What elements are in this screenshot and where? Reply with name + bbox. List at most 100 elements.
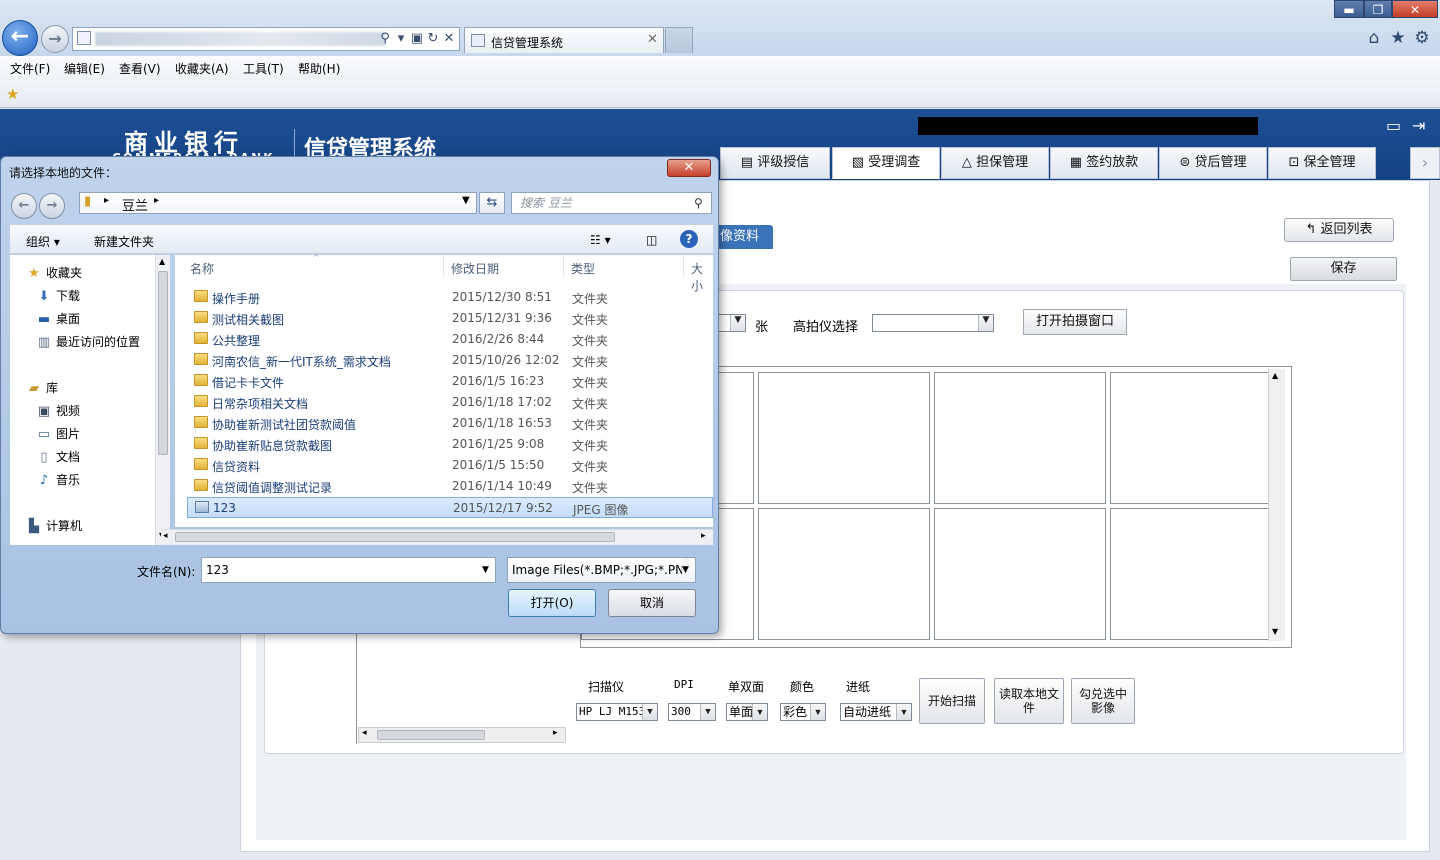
file-row[interactable]: 协助崔新测试社团贷款阈值 2016/1/18 16:53 文件夹 (187, 413, 713, 434)
forward-arrow-icon[interactable]: → (39, 193, 65, 219)
check-selected-image-button[interactable]: 勾兑选中影像 (1071, 678, 1135, 724)
filename-input[interactable]: 123 ▼ (201, 557, 496, 583)
path-breadcrumb[interactable]: ▮ ▸ 豆兰 ▸ ▼ (79, 192, 477, 214)
search-icon[interactable]: ⚲ (377, 31, 393, 47)
tab-post-loan[interactable]: ⊜ 贷后管理 (1159, 147, 1267, 179)
feed-select[interactable]: 自动进纸 ▼ (840, 703, 912, 721)
dpi-select[interactable]: 300 ▼ (668, 703, 716, 721)
scroll-down-icon[interactable]: ▼ (1272, 627, 1278, 636)
open-capture-button[interactable]: 打开拍摄窗口 (1023, 309, 1127, 335)
back-arrow-icon[interactable]: ← (11, 193, 37, 219)
nav-scrollbar[interactable]: ▲ ▼ (155, 255, 170, 545)
chevron-down-icon[interactable]: ▼ (462, 195, 470, 206)
menu-file[interactable]: 文件(F) (10, 60, 50, 77)
color-select[interactable]: 彩色 ▼ (780, 703, 826, 721)
page-count-select[interactable]: ▼ (718, 314, 746, 332)
new-folder-button[interactable]: 新建文件夹 (94, 233, 154, 250)
nav-recent[interactable]: ▥ 最近访问的位置 (36, 332, 140, 352)
add-favorite-icon[interactable]: ★ (6, 85, 19, 103)
file-row[interactable]: 河南农信_新一代IT系统_需求文档 2015/10/26 12:02 文件夹 (187, 350, 713, 371)
start-scan-button[interactable]: 开始扫描 (919, 678, 985, 724)
stop-icon[interactable]: ✕ (441, 31, 457, 47)
minimize-button[interactable]: ▬ (1334, 0, 1364, 18)
nav-videos[interactable]: ▣ 视频 (36, 401, 80, 421)
menu-view[interactable]: 查看(V) (119, 60, 161, 77)
file-row[interactable]: 测试相关截图 2015/12/31 9:36 文件夹 (187, 308, 713, 329)
refresh-icon[interactable]: ⇆ (479, 192, 505, 214)
tab-image-materials[interactable]: 像资料 (716, 225, 773, 249)
view-options-icon[interactable]: ☷ ▾ (590, 233, 611, 247)
nav-favorites[interactable]: ★ 收藏夹 (26, 263, 82, 283)
file-list-hscrollbar[interactable]: ◂ ▸ (161, 529, 713, 545)
gear-icon[interactable]: ⚙ (1412, 28, 1432, 48)
scroll-thumb[interactable] (175, 532, 615, 542)
scroll-thumb[interactable] (158, 271, 168, 455)
tab-acceptance-survey[interactable]: ▧ 受理调查 (832, 147, 940, 179)
menu-edit[interactable]: 编辑(E) (64, 60, 105, 77)
tab-close-icon[interactable]: ✕ (647, 32, 658, 47)
refresh-icon[interactable]: ↻ (425, 31, 441, 47)
chevron-right-icon[interactable]: › (1410, 147, 1440, 179)
open-button[interactable]: 打开(O) (508, 589, 596, 617)
new-tab-button[interactable] (665, 27, 693, 53)
search-input[interactable]: 搜索 豆兰 ⚲ (511, 192, 712, 214)
compat-view-icon[interactable]: ▣ (409, 31, 425, 47)
logout-icon[interactable]: ⇥ (1412, 116, 1425, 135)
scroll-left-icon[interactable]: ◂ (362, 728, 367, 738)
nav-computer[interactable]: ▙ 计算机 (26, 516, 82, 536)
file-row[interactable]: 日常杂项相关文档 2016/1/18 17:02 文件夹 (187, 392, 713, 413)
image-slot[interactable] (1110, 508, 1270, 640)
close-button[interactable]: ✕ (1392, 0, 1438, 18)
image-slot[interactable] (1110, 372, 1270, 504)
maximize-button[interactable]: ❐ (1364, 0, 1392, 18)
file-row[interactable]: 信贷阈值调整测试记录 2016/1/14 10:49 文件夹 (187, 476, 713, 497)
return-list-button[interactable]: ↰ 返回列表 (1284, 218, 1394, 242)
preview-pane-icon[interactable]: ◫ (646, 233, 657, 247)
scanner-select[interactable]: HP LJ M153 ▼ (576, 703, 658, 721)
monitor-icon[interactable]: ▭ (1386, 116, 1401, 135)
image-slot[interactable] (934, 372, 1106, 504)
scroll-left-icon[interactable]: ◂ (163, 531, 168, 541)
tree-hscrollbar[interactable]: ◂ ▸ (358, 727, 566, 743)
duplex-select[interactable]: 单面 ▼ (726, 703, 768, 721)
save-button[interactable]: 保存 (1290, 257, 1397, 281)
file-row[interactable]: 公共整理 2016/2/26 8:44 文件夹 (187, 329, 713, 350)
nav-desktop[interactable]: ▬ 桌面 (36, 309, 80, 329)
dialog-close-button[interactable]: ✕ (667, 159, 711, 177)
column-header-date[interactable]: 修改日期 (451, 260, 499, 277)
scroll-up-icon[interactable]: ▲ (159, 257, 165, 266)
camera-select[interactable]: ▼ (872, 314, 994, 332)
home-icon[interactable]: ⌂ (1364, 28, 1384, 48)
file-row[interactable]: 借记卡卡文件 2016/1/5 16:23 文件夹 (187, 371, 713, 392)
tab-signing-loan[interactable]: ▦ 签约放款 (1050, 147, 1158, 179)
scroll-thumb[interactable] (377, 730, 485, 740)
file-row[interactable]: 信贷资料 2016/1/5 15:50 文件夹 (187, 455, 713, 476)
column-header-type[interactable]: 类型 (571, 260, 595, 277)
back-arrow-icon[interactable]: ← (2, 20, 38, 56)
chevron-down-icon[interactable]: ▼ (482, 558, 489, 582)
forward-arrow-icon[interactable]: → (41, 25, 69, 53)
scroll-right-icon[interactable]: ▸ (553, 728, 558, 738)
help-icon[interactable]: ? (680, 230, 698, 248)
path-segment[interactable]: 豆兰 (122, 195, 148, 214)
file-row-selected[interactable]: 123 2015/12/17 9:52 JPEG 图像 (187, 497, 713, 518)
nav-library[interactable]: ▰ 库 (26, 378, 58, 398)
image-slot[interactable] (758, 508, 930, 640)
column-header-name[interactable]: 名称 (190, 260, 214, 277)
menu-help[interactable]: 帮助(H) (298, 60, 340, 77)
read-local-file-button[interactable]: 读取本地文件 (994, 678, 1064, 724)
nav-pictures[interactable]: ▭ 图片 (36, 424, 80, 444)
tab-preservation[interactable]: ⊡ 保全管理 (1268, 147, 1376, 179)
chevron-down-icon[interactable]: ▼ (682, 558, 689, 582)
dropdown-icon[interactable]: ▾ (393, 31, 409, 47)
organize-menu[interactable]: 组织 ▾ (26, 233, 60, 250)
file-row[interactable]: 协助崔新贴息贷款截图 2016/1/25 9:08 文件夹 (187, 434, 713, 455)
nav-downloads[interactable]: ⬇ 下载 (36, 286, 80, 306)
menu-favorites[interactable]: 收藏夹(A) (175, 60, 229, 77)
cancel-button[interactable]: 取消 (608, 589, 696, 617)
menu-tools[interactable]: 工具(T) (243, 60, 284, 77)
image-slot[interactable] (758, 372, 930, 504)
favorites-star-icon[interactable]: ★ (1388, 28, 1408, 48)
nav-music[interactable]: ♪ 音乐 (36, 470, 80, 490)
nav-documents[interactable]: ▯ 文档 (36, 447, 80, 467)
